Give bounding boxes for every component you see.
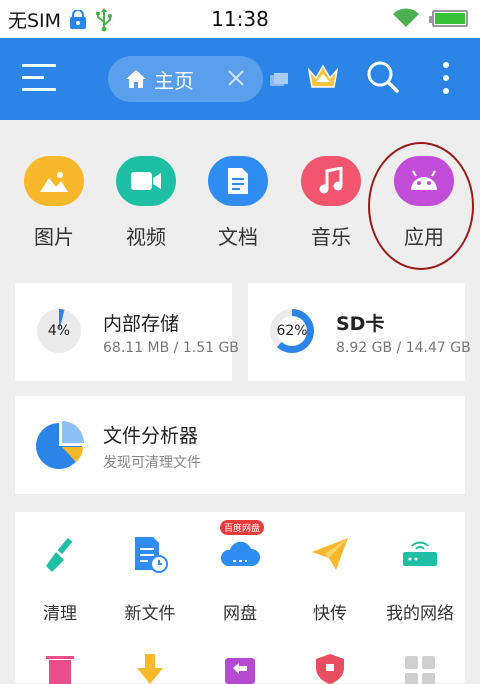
image-icon xyxy=(24,156,84,206)
close-icon[interactable] xyxy=(225,67,247,89)
tools-card: 清理 新文件 网盘 快传 我的网络 百度网盘 xyxy=(15,512,465,684)
share-folder-icon[interactable] xyxy=(223,654,257,684)
file-analyzer-card[interactable]: 文件分析器 发现可清理文件 xyxy=(15,396,465,494)
cloud-icon xyxy=(220,541,261,566)
tool-my-network[interactable]: 我的网络 xyxy=(375,534,465,624)
music-icon xyxy=(301,156,361,206)
tool-label: 快传 xyxy=(313,604,347,624)
file-analyzer-title: 文件分析器 xyxy=(103,425,199,447)
category-label: 音乐 xyxy=(311,225,351,249)
battery-icon xyxy=(429,9,468,27)
more-vertical-icon[interactable] xyxy=(438,60,454,96)
category-label: 视频 xyxy=(126,225,166,249)
category-label: 图片 xyxy=(34,225,74,249)
tabs-icon[interactable] xyxy=(270,73,288,87)
tool-cloud-drive[interactable]: 网盘 xyxy=(195,534,285,624)
home-icon xyxy=(126,70,146,88)
cloud-drive-badge: 百度网盘 xyxy=(220,520,265,535)
tool-clean[interactable]: 清理 xyxy=(15,534,105,624)
new-file-icon xyxy=(135,537,168,573)
video-icon xyxy=(116,156,176,206)
internal-storage-percent: 4% xyxy=(47,323,71,339)
file-analyzer-subtitle: 发现可清理文件 xyxy=(103,455,201,471)
tool-new-file[interactable]: 新文件 xyxy=(105,534,195,624)
grid-apps-icon[interactable] xyxy=(403,654,437,684)
category-row: 图片 视频 文档 音乐 应用 xyxy=(0,120,480,270)
tab-home[interactable]: 主页 xyxy=(108,56,263,102)
category-music[interactable]: 音乐 xyxy=(291,156,371,250)
sd-card-size: 8.92 GB / 14.47 GB xyxy=(336,340,471,356)
menu-icon[interactable] xyxy=(22,64,56,94)
shield-icon[interactable] xyxy=(313,654,347,684)
document-icon xyxy=(208,156,268,206)
internal-storage-title: 内部存储 xyxy=(103,313,180,335)
search-icon[interactable] xyxy=(366,60,400,94)
sd-card-card[interactable]: 62% SD卡 8.92 GB / 14.47 GB xyxy=(248,283,471,381)
internal-storage-size: 68.11 MB / 1.51 GB xyxy=(103,340,239,356)
tool-label: 清理 xyxy=(43,604,77,624)
sd-card-percent: 62% xyxy=(276,323,308,339)
crown-icon[interactable] xyxy=(306,60,340,94)
tool-quick-send[interactable]: 快传 xyxy=(285,534,375,624)
category-videos[interactable]: 视频 xyxy=(106,156,186,250)
internal-storage-card[interactable]: 4% 内部存储 68.11 MB / 1.51 GB xyxy=(15,283,239,381)
sd-card-title: SD卡 xyxy=(336,313,385,335)
category-label: 文档 xyxy=(218,225,258,249)
app-toolbar: 主页 xyxy=(0,38,480,120)
tool-label: 网盘 xyxy=(223,604,257,624)
paper-plane-icon xyxy=(312,538,348,570)
category-documents[interactable]: 文档 xyxy=(198,156,278,250)
pie-chart-icon xyxy=(36,421,84,469)
download-icon[interactable] xyxy=(133,654,167,684)
tool-label: 新文件 xyxy=(124,604,176,624)
category-images[interactable]: 图片 xyxy=(14,156,94,250)
highlight-annotation xyxy=(368,142,474,270)
tool-label: 我的网络 xyxy=(386,604,454,624)
broom-icon xyxy=(46,537,73,572)
status-bar: 无SIM 11:38 xyxy=(0,0,480,38)
tab-home-label: 主页 xyxy=(154,68,194,93)
router-icon xyxy=(403,541,437,566)
wifi-icon xyxy=(393,8,419,27)
trash-icon[interactable] xyxy=(43,654,77,684)
